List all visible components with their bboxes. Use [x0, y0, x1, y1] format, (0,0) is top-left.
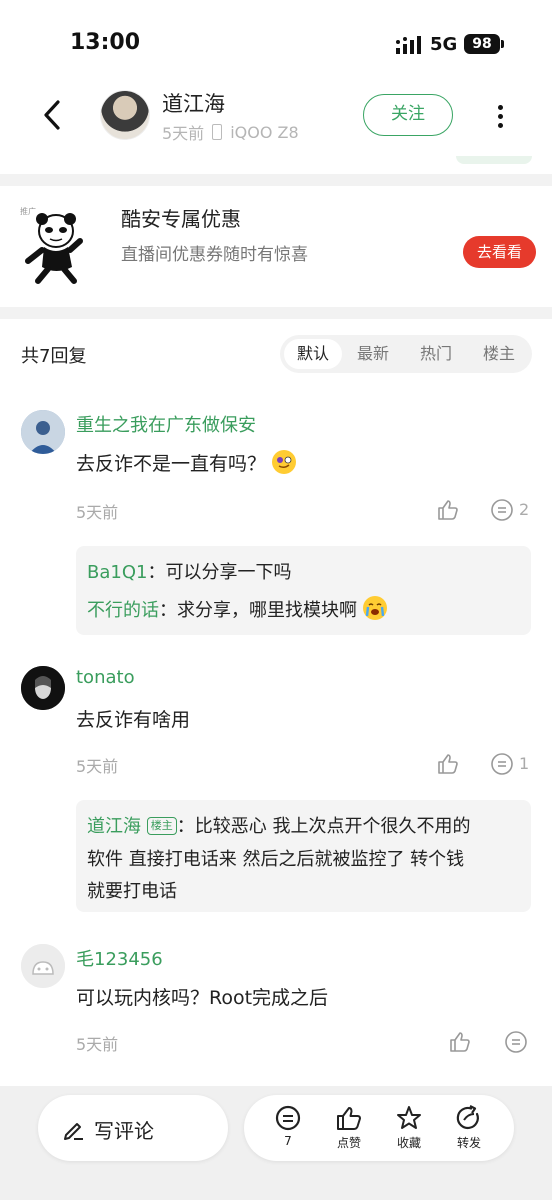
comment-time: 5天前	[76, 1035, 119, 1054]
reply-count-number: 1	[519, 754, 530, 773]
like-action[interactable]: 点赞	[325, 1104, 373, 1151]
status-bar: 13:00 5G 98	[0, 0, 552, 80]
sub-reply: 不行的话：求分享，哪里找模块啊	[87, 596, 387, 622]
sub-reply-continued: 就要打电话	[87, 881, 177, 902]
sub-reply-name[interactable]: 不行的话	[87, 600, 159, 621]
comment-time: 5天前	[76, 503, 119, 522]
network-type: 5G	[430, 34, 458, 55]
author-avatar[interactable]	[100, 90, 150, 140]
sub-reply-name[interactable]: 道江海	[87, 816, 141, 837]
commenter-name[interactable]: tonato	[76, 667, 135, 688]
comment-time: 5天前	[76, 757, 119, 776]
commenter-name[interactable]: 毛123456	[76, 945, 163, 971]
share-label: 转发	[456, 1136, 481, 1150]
back-arrow-icon[interactable]	[40, 98, 66, 132]
post-meta: 5天前 iQOO Z8	[162, 120, 299, 144]
comment-bubble-icon	[275, 1105, 301, 1131]
ad-subtitle: 直播间优惠券随时有惊喜	[121, 245, 308, 265]
phone-icon	[212, 124, 223, 140]
comment-icon[interactable]	[504, 1030, 528, 1054]
like-label: 点赞	[336, 1136, 361, 1150]
commenter-avatar[interactable]	[21, 410, 65, 454]
battery-level: 98	[464, 34, 500, 54]
smirk-emoji-icon	[272, 450, 297, 474]
crying-emoji-icon	[362, 596, 387, 620]
thumbs-up-icon	[337, 1107, 361, 1130]
sub-reply: 道江海 楼主 ：比较恶心 我上次点开个很久不用的	[87, 812, 470, 838]
thumbs-up-icon[interactable]	[436, 498, 460, 522]
sub-reply-name[interactable]: Ba1Q1	[87, 562, 147, 583]
signal-icon	[396, 36, 421, 54]
tab-hot[interactable]: 热门	[407, 339, 465, 369]
thumbs-up-icon[interactable]	[448, 1030, 472, 1054]
write-comment-label[interactable]: 写评论	[94, 1115, 154, 1144]
comment-text: 去反诈不是一直有吗？	[76, 449, 297, 476]
comment-icon[interactable]	[490, 498, 514, 522]
sub-reply: Ba1Q1：可以分享一下吗	[87, 558, 291, 584]
commenter-avatar[interactable]	[21, 666, 65, 710]
ad-title[interactable]: 酷安专属优惠	[121, 203, 241, 232]
comment-icon[interactable]	[490, 752, 514, 776]
commenter-avatar[interactable]	[21, 944, 65, 988]
sub-reply-text: ：求分享，哪里找模块啊	[159, 600, 357, 621]
tab-latest[interactable]: 最新	[344, 339, 402, 369]
share-icon	[456, 1105, 479, 1130]
thumbs-up-icon[interactable]	[436, 752, 460, 776]
comment-text: 可以玩内核吗？Root完成之后	[76, 987, 329, 1009]
commenter-name[interactable]: 重生之我在广东做保安	[76, 411, 256, 437]
sub-replies[interactable]: 道江海 楼主 ：比较恶心 我上次点开个很久不用的 软件 直接打电话来 然后之后就被…	[76, 800, 531, 912]
author-name[interactable]: 道江海	[162, 88, 225, 118]
sub-replies[interactable]: Ba1Q1：可以分享一下吗 不行的话：求分享，哪里找模块啊	[76, 546, 531, 635]
follow-button[interactable]: 关注	[363, 94, 453, 136]
more-icon[interactable]	[490, 102, 510, 130]
tab-default[interactable]: 默认	[284, 339, 342, 369]
comment-count: 7	[284, 1134, 292, 1148]
battery-tip	[501, 40, 504, 48]
comment-text: 去反诈有啥用	[76, 709, 191, 731]
op-badge: 楼主	[146, 817, 177, 835]
sub-reply-text: ：比较恶心 我上次点开个很久不用的	[176, 816, 471, 837]
header-divider-pill	[456, 156, 532, 164]
favorite-label: 收藏	[396, 1136, 421, 1150]
status-time: 13:00	[70, 30, 141, 55]
sub-reply-text: ：可以分享一下吗	[147, 562, 292, 583]
sort-tabs: 默认 最新 热门 楼主	[280, 335, 532, 373]
reply-count: 共7回复	[21, 346, 87, 367]
comment-action[interactable]: 7	[264, 1104, 312, 1148]
pencil-icon	[64, 1123, 83, 1140]
star-icon	[397, 1106, 421, 1129]
section-divider	[0, 174, 552, 186]
tab-op[interactable]: 楼主	[470, 339, 528, 369]
comment-text-content: 去反诈不是一直有吗？	[76, 453, 267, 475]
ad-view-button[interactable]: 去看看	[463, 236, 536, 268]
favorite-action[interactable]: 收藏	[385, 1104, 433, 1151]
panda-meme-icon[interactable]	[20, 205, 90, 285]
sub-reply-continued: 软件 直接打电话来 然后之后就被监控了 转个钱	[87, 849, 465, 870]
section-divider	[0, 307, 552, 319]
share-action[interactable]: 转发	[445, 1104, 493, 1151]
device-name: iQOO Z8	[230, 122, 299, 142]
post-time: 5天前	[162, 124, 205, 143]
reply-count-number: 2	[519, 500, 530, 519]
